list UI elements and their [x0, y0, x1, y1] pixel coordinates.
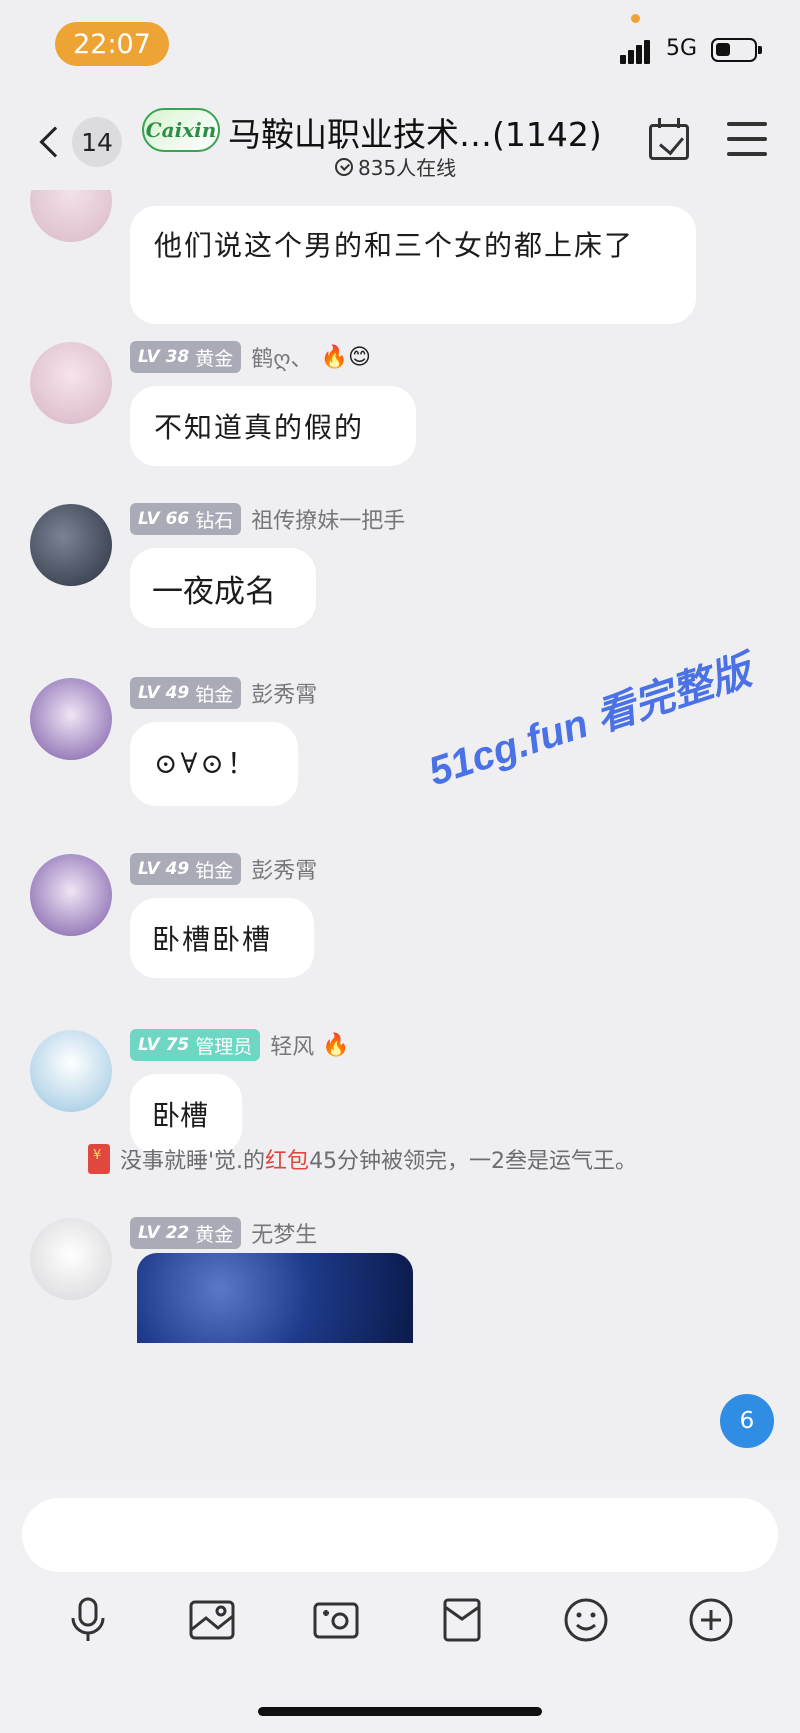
camera-icon[interactable]: [306, 1590, 366, 1650]
group-logo[interactable]: Caixin: [142, 108, 220, 152]
flame-smile-icon: 🔥😊: [320, 344, 371, 370]
message-meta: LV 49 铂金 彭秀霄: [130, 852, 317, 886]
level-badge: LV 49 铂金: [130, 853, 242, 885]
avatar[interactable]: [30, 854, 112, 936]
avatar[interactable]: [30, 504, 112, 586]
message-meta: LV 66 钻石 祖传撩妹一把手: [130, 502, 405, 536]
message-input[interactable]: [22, 1498, 778, 1572]
avatar[interactable]: [30, 678, 112, 760]
input-toolbar: [0, 1590, 800, 1670]
calendar-checkin-icon[interactable]: [649, 118, 689, 160]
message-meta: LV 49 铂金 彭秀霄: [130, 676, 317, 710]
emoji-icon[interactable]: [556, 1590, 616, 1650]
signal-icon: [620, 40, 656, 64]
nickname[interactable]: 彭秀霄: [251, 677, 317, 709]
red-packet-icon: [88, 1144, 110, 1174]
nickname[interactable]: 祖传撩妹一把手: [251, 503, 405, 535]
level-badge: LV 38 黄金: [130, 341, 242, 373]
message-bubble[interactable]: 卧槽卧槽: [130, 898, 314, 978]
nickname[interactable]: 轻风: [270, 1029, 314, 1061]
online-count[interactable]: 835人在线: [335, 152, 456, 181]
mic-icon[interactable]: [58, 1590, 118, 1650]
level-badge: LV 66 钻石: [130, 503, 242, 535]
back-button[interactable]: 14: [34, 116, 124, 168]
flame-icon: 🔥: [322, 1032, 350, 1058]
message-bubble[interactable]: 一夜成名: [130, 548, 316, 628]
home-indicator[interactable]: [258, 1707, 542, 1716]
message-meta: LV 22 黄金 无梦生: [130, 1216, 317, 1250]
online-count-text: 835人在线: [358, 156, 457, 180]
menu-icon[interactable]: [727, 122, 767, 156]
nickname[interactable]: 无梦生: [251, 1217, 317, 1249]
status-bar: 22:07 5G: [0, 0, 800, 100]
message-meta: LV 75 管理员 轻风 🔥: [130, 1028, 350, 1062]
red-packet-notice[interactable]: 没事就睡'觉.的红包45分钟被领完，一2叁是运气王。: [88, 1143, 637, 1175]
image-message-thumbnail[interactable]: [137, 1253, 413, 1343]
plus-icon[interactable]: [681, 1590, 741, 1650]
red-packet-icon[interactable]: [432, 1590, 492, 1650]
message-meta: LV 38 黄金 鹤ღ、 🔥😊: [130, 340, 371, 374]
message-bubble[interactable]: ⊙∀⊙！: [130, 722, 298, 806]
message-bubble[interactable]: 不知道真的假的: [130, 386, 416, 466]
level-badge: LV 49 铂金: [130, 677, 242, 709]
avatar[interactable]: [30, 342, 112, 424]
group-title[interactable]: 马鞍山职业技术…(1142): [228, 108, 602, 156]
network-label: 5G: [666, 36, 698, 61]
chat-header: 14 Caixin 马鞍山职业技术…(1142) 835人在线: [0, 100, 800, 190]
message-bubble[interactable]: 卧槽: [130, 1074, 242, 1154]
privacy-indicator-dot: [631, 14, 640, 23]
avatar[interactable]: [30, 190, 112, 242]
nickname[interactable]: 鹤ღ、: [251, 341, 312, 373]
nickname[interactable]: 彭秀霄: [251, 853, 317, 885]
chevron-left-icon: [39, 126, 71, 158]
new-messages-badge[interactable]: 6: [720, 1394, 774, 1448]
image-icon[interactable]: [182, 1590, 242, 1650]
back-unread-count: 14: [72, 117, 122, 167]
battery-icon: [711, 38, 762, 62]
message-bubble[interactable]: 他们说这个男的和三个女的都上床了: [130, 206, 696, 324]
status-time: 22:07: [55, 22, 169, 66]
avatar[interactable]: [30, 1030, 112, 1112]
avatar[interactable]: [30, 1218, 112, 1300]
input-panel: [0, 1480, 800, 1733]
red-packet-link[interactable]: 红包: [265, 1143, 309, 1175]
online-icon: [335, 157, 353, 176]
admin-badge: LV 75 管理员: [130, 1029, 261, 1061]
level-badge: LV 22 黄金: [130, 1217, 242, 1249]
